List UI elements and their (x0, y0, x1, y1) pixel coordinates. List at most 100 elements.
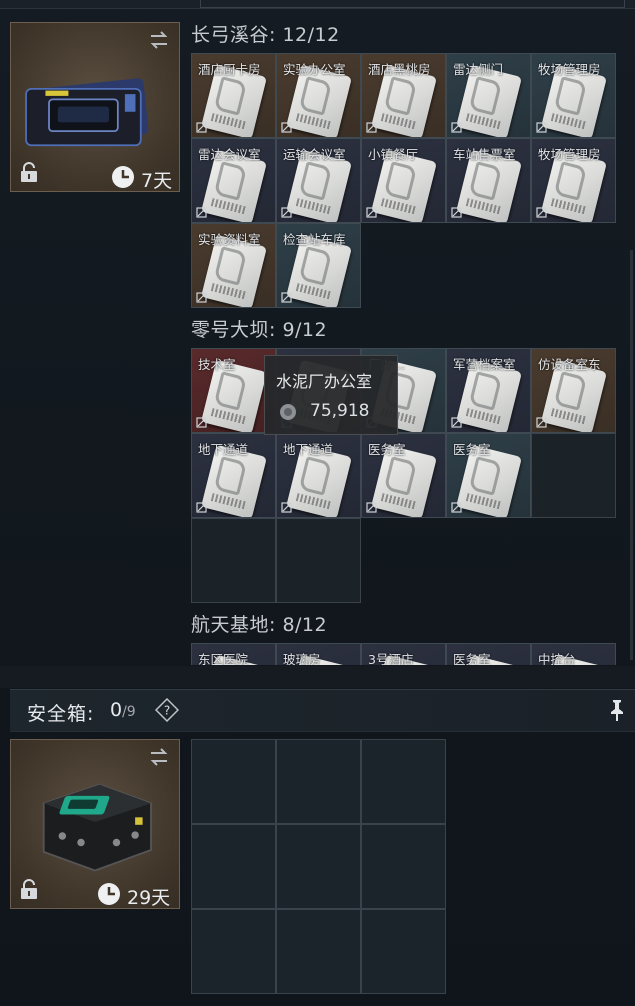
bound-tag-icon (536, 417, 547, 428)
safe-box-image (42, 783, 152, 872)
keycard-label: 医务室 (453, 652, 491, 665)
safe-box-grid (191, 739, 446, 994)
keycard-label: 酒店黑桃房 (368, 62, 431, 77)
keycard-label: 实验办公室 (283, 62, 346, 77)
keycard-grid-changgong: 酒店厨卡房 实验办公室 酒店黑桃房 雷达侧门 牧场管理房 雷达会议室 运输会议室 小镇餐厅 车站… (191, 53, 616, 308)
empty-slot[interactable] (531, 433, 616, 518)
bound-tag-icon (196, 122, 207, 133)
keycard-slot[interactable]: 3号酒店 (361, 643, 446, 665)
bound-tag-icon (536, 122, 547, 133)
keycard-label: 技术室 (198, 357, 236, 372)
keycard-slot[interactable]: 实验资料室 (191, 223, 276, 308)
keycard-case-image (25, 78, 149, 147)
bound-tag-icon (196, 207, 207, 218)
bound-tag-icon (451, 417, 462, 428)
bound-tag-icon (451, 502, 462, 513)
keycard-slot[interactable]: 医务室 (446, 433, 531, 518)
lock-icon[interactable] (20, 161, 38, 183)
safe-box-label: 安全箱: (27, 703, 95, 725)
keycard-label: 医务室 (453, 442, 491, 457)
safe-box-slot[interactable]: 29天 (10, 739, 180, 909)
safe-box-empty-slot[interactable] (276, 909, 361, 994)
keycard-case-slot[interactable]: 7天 (10, 22, 180, 192)
keycard-slot[interactable]: 雷达侧门 (446, 53, 531, 138)
pin-icon[interactable] (609, 699, 625, 721)
keycard-slot[interactable]: 车站售票室 (446, 138, 531, 223)
keycard-grid-hangtian: 东区医院 玻璃房 3号酒店 医务室 中控台 (191, 643, 617, 665)
keycard-slot[interactable]: 医务室 (446, 643, 531, 665)
section-divider (0, 666, 635, 688)
safe-box-empty-slot[interactable] (361, 824, 446, 909)
expiry-days: 7天 (141, 170, 173, 192)
keycard-label: 军营档案室 (453, 357, 516, 372)
empty-slot[interactable] (191, 518, 276, 603)
keycard-label: 运输会议室 (283, 147, 346, 162)
bound-tag-icon (281, 207, 292, 218)
tooltip-title: 水泥厂办公室 (276, 372, 373, 391)
clock-icon (98, 883, 120, 905)
keycard-slot[interactable]: 仿设备室东 (531, 348, 616, 433)
keycard-slot[interactable]: 酒店厨卡房 (191, 53, 276, 138)
keycard-label: 仿设备室东 (538, 357, 601, 372)
question-icon[interactable]: ? (155, 698, 179, 722)
keycard-label: 3号酒店 (368, 652, 414, 665)
svg-text:?: ? (164, 704, 170, 718)
section-title-hangtian: 航天基地: 8/12 (191, 614, 328, 636)
keycard-label: 车站售票室 (453, 147, 516, 162)
empty-slot[interactable] (276, 518, 361, 603)
keycard-slot[interactable]: 军营档案室 (446, 348, 531, 433)
safe-box-empty-slot[interactable] (361, 909, 446, 994)
keycard-slot[interactable]: 检查站车库 (276, 223, 361, 308)
keycard-label: 牧场管理房 (538, 62, 601, 77)
swap-icon[interactable] (148, 746, 170, 768)
keycard-slot[interactable]: 玻璃房 (276, 643, 361, 665)
bound-tag-icon (281, 292, 292, 303)
keycard-slot[interactable]: 牧场管理房 (531, 53, 616, 138)
safe-box-empty-slot[interactable] (191, 824, 276, 909)
keycard-slot[interactable]: 运输会议室 (276, 138, 361, 223)
bound-tag-icon (196, 417, 207, 428)
safe-box-empty-slot[interactable] (191, 909, 276, 994)
keycard-label: 地下通道 (283, 442, 334, 457)
keycard-slot[interactable]: 小镇餐厅 (361, 138, 446, 223)
bound-tag-icon (366, 122, 377, 133)
clock-icon (112, 166, 134, 188)
keycard-label: 雷达会议室 (198, 147, 261, 162)
lock-icon[interactable] (20, 878, 38, 900)
keycard-label: 实验资料室 (198, 232, 261, 247)
keycard-slot[interactable]: 雷达会议室 (191, 138, 276, 223)
keycard-label: 雷达侧门 (453, 62, 504, 77)
bound-tag-icon (196, 502, 207, 513)
top-container-edge (0, 0, 635, 9)
keycard-slot[interactable]: 地下通道 (276, 433, 361, 518)
keycard-label: 医务室 (368, 442, 406, 457)
item-tooltip: 水泥厂办公室 75,918 (264, 355, 398, 435)
safe-box-count: 0/9 (110, 699, 136, 721)
keycard-label: 检查站车库 (283, 232, 346, 247)
keycard-label: 牧场管理房 (538, 147, 601, 162)
coin-icon (280, 404, 296, 420)
keycard-label: 东区医院 (198, 652, 249, 665)
swap-icon[interactable] (148, 29, 170, 51)
scrollbar[interactable] (630, 250, 633, 660)
keycard-label: 地下通道 (198, 442, 249, 457)
bound-tag-icon (366, 207, 377, 218)
bound-tag-icon (451, 207, 462, 218)
safe-box-empty-slot[interactable] (276, 739, 361, 824)
keycard-slot[interactable]: 中控台 (531, 643, 616, 665)
safe-box-empty-slot[interactable] (361, 739, 446, 824)
keycard-slot[interactable]: 牧场管理房 (531, 138, 616, 223)
keycard-slot[interactable]: 医务室 (361, 433, 446, 518)
keycard-label: 玻璃房 (283, 652, 321, 665)
keycard-slot[interactable]: 酒店黑桃房 (361, 53, 446, 138)
keycard-slot[interactable]: 地下通道 (191, 433, 276, 518)
bound-tag-icon (281, 502, 292, 513)
safe-box-empty-slot[interactable] (191, 739, 276, 824)
keycard-slot[interactable]: 实验办公室 (276, 53, 361, 138)
keycard-label: 中控台 (538, 652, 576, 665)
safe-box-empty-slot[interactable] (276, 824, 361, 909)
bound-tag-icon (196, 292, 207, 303)
keycard-slot[interactable]: 东区医院 (191, 643, 276, 665)
keycard-label: 小镇餐厅 (368, 147, 419, 162)
bound-tag-icon (366, 502, 377, 513)
